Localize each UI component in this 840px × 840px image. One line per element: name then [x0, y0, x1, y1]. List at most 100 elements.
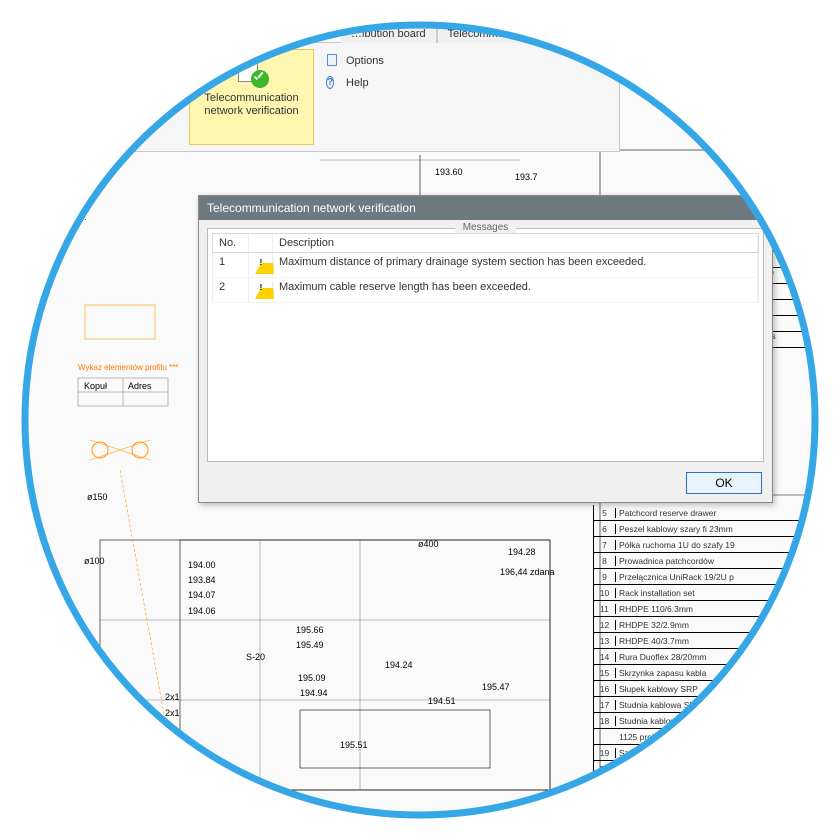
options-button[interactable]: Options: [321, 51, 389, 71]
parts-row: 17Studnia kablowa SK wzmocniona D400: [594, 697, 818, 713]
tab-distribution-board[interactable]: …ibution board: [341, 25, 437, 43]
cad-dim-w: 2x1: [165, 692, 180, 702]
parts-row-desc: RHDPE 32/2.9mm: [616, 620, 818, 630]
parts-row: 9Przełącznica UniRack 19/2U p: [594, 569, 818, 585]
parts-row: 8Prowadnica patchcordów: [594, 553, 818, 569]
messages-grid[interactable]: No. Description 1 Maximum distance of pr…: [212, 233, 759, 457]
cell-desc: Maximum cable reserve length has been ex…: [273, 278, 758, 302]
parts-row: 22Uchwyt: [594, 793, 818, 809]
ribbon-tabs: …ibution board Telecommunicati…: [341, 25, 552, 43]
cad-dim-y: NNA: [240, 785, 259, 795]
parts-row: 12RHDPE 32/2.9mm: [594, 617, 818, 633]
parts-row: 1125 proje: [594, 729, 818, 745]
cad-dim-j: 195.09: [298, 673, 326, 683]
cad-tbl-kopul: Kopuł: [84, 381, 107, 391]
cad-profile-caption: Wykaz elementów profilu ***: [78, 363, 178, 372]
parts-row-no: 9: [594, 572, 616, 582]
list-of-wells-label: ist of wells: [90, 88, 141, 100]
warning-icon: [249, 253, 273, 277]
parts-row-no: 15: [594, 668, 616, 678]
parts-row-desc: Peszel kablowy szary fi 23mm: [616, 524, 818, 534]
parts-row: 18Studnia kablowa SK: [594, 713, 818, 729]
parts-row-desc: Uchwyt: [616, 764, 818, 774]
col-header-no[interactable]: No.: [213, 234, 249, 252]
messages-legend: Messages: [455, 222, 517, 233]
cad-dim-d: 193.84: [188, 575, 216, 585]
parts-row-no: 10: [594, 588, 616, 598]
tab-telecommunication[interactable]: Telecommunicati…: [437, 25, 552, 43]
parts-row: 11RHDPE 110/6.3mm: [594, 601, 818, 617]
parts-row-no: 21: [594, 780, 616, 790]
grid-header: No. Description: [212, 233, 759, 253]
parts-row-no: 12: [594, 620, 616, 630]
parts-row: 20Uchwyt: [594, 761, 818, 777]
col-header-icon[interactable]: [249, 234, 273, 252]
grid-row[interactable]: 2 Maximum cable reserve length has been …: [212, 278, 759, 303]
cad-tbl-adres: Adres: [128, 381, 152, 391]
parts-row-no: 7: [594, 540, 616, 550]
cad-dim-i: 194.24: [385, 660, 413, 670]
document-check-icon: [235, 54, 269, 88]
parts-row: 14Rura Duoflex 28/20mm: [594, 649, 818, 665]
cad-dim-m: 195.51: [340, 740, 368, 750]
parts-row-no: 14: [594, 652, 616, 662]
parts-row-desc: Skrzynka zapasu kabla: [616, 668, 818, 678]
parts-row-desc: Rura Duoflex 28/20mm: [616, 652, 818, 662]
parts-row-desc: Rack installation set: [616, 588, 818, 598]
ribbon: …ibution board Telecommunicati… ist of w…: [80, 42, 620, 152]
parts-row-desc: Prowadnica patchcordów: [616, 556, 818, 566]
help-button[interactable]: ? Help: [321, 73, 389, 93]
parts-row: 13RHDPE 40/3.7mm: [594, 633, 818, 649]
cell-desc: Maximum distance of primary drainage sys…: [273, 253, 758, 277]
parts-row-no: 20: [594, 764, 616, 774]
parts-row-no: 19: [594, 748, 616, 758]
parts-row-desc: 1125 proje: [616, 732, 818, 742]
parts-row-desc: Patchcord reserve drawer: [616, 508, 818, 518]
parts-row-no: 5: [594, 508, 616, 518]
dialog-title: Telecommunication network verification: [207, 201, 416, 215]
dialog-titlebar[interactable]: Telecommunication network verification: [199, 196, 772, 220]
parts-row: 19Szafa kablowa: [594, 745, 818, 761]
stage: 193.60 193.7 isf. 195.51 194.24 195.49 1…: [0, 0, 840, 840]
cad-dim-h: 195.49: [296, 640, 324, 650]
parts-row-desc: Półka ruchoma 1U do szafy 19: [616, 540, 818, 550]
grid-body: 1 Maximum distance of primary drainage s…: [212, 253, 759, 303]
cad-dim-2: 193.7: [515, 172, 538, 182]
warning-icon: [249, 278, 273, 302]
help-label: Help: [346, 77, 369, 89]
cad-dim-n: 194.28: [508, 547, 536, 557]
grid-row[interactable]: 1 Maximum distance of primary drainage s…: [212, 253, 759, 278]
col-header-description[interactable]: Description: [273, 234, 758, 252]
parts-row-no: 16: [594, 684, 616, 694]
parts-row-desc: Przełącznica UniRack 19/2U p: [616, 572, 818, 582]
parts-row: 7Półka ruchoma 1U do szafy 19: [594, 537, 818, 553]
parts-row: 10Rack installation set: [594, 585, 818, 601]
list-of-wells-dropdown[interactable]: ist of wells: [85, 83, 156, 105]
parts-table: 5Patchcord reserve drawer 6Peszel kablowy…: [593, 505, 818, 809]
cad-dim-e: 194.07: [188, 590, 216, 600]
ribbon-right-group: Options ? Help: [321, 51, 389, 93]
verify-network-button[interactable]: Telecommunication network verification: [189, 49, 314, 145]
options-label: Options: [346, 55, 384, 67]
cad-dim-q: ø150: [87, 492, 108, 502]
cad-label-isf: isf.: [75, 212, 87, 222]
cad-dim-r: ø100: [84, 556, 105, 566]
parts-row-desc: RHDPE 40/3.7mm: [616, 636, 818, 646]
cell-no: 1: [213, 253, 249, 277]
ok-button[interactable]: OK: [686, 472, 762, 494]
parts-row: 15Skrzynka zapasu kabla: [594, 665, 818, 681]
parts-row-desc: Studnia kablowa SK wzmocniona D400: [616, 700, 818, 710]
cell-no: 2: [213, 278, 249, 302]
parts-row: 6Peszel kablowy szary fi 23mm: [594, 521, 818, 537]
cad-dim-c: 194.00: [188, 560, 216, 570]
clipped-content: 193.60 193.7 isf. 195.51 194.24 195.49 1…: [0, 0, 840, 840]
cad-dim-g: 195.66: [296, 625, 324, 635]
cad-dim-p: ø400: [418, 539, 439, 549]
verification-dialog: Telecommunication network verification M…: [198, 195, 773, 503]
parts-row-desc: Uchwyt: [616, 796, 818, 806]
cad-dim-x: 2x1: [165, 708, 180, 718]
parts-row-desc: RHDPE 110/6.3mm: [616, 604, 818, 614]
parts-row-no: 11: [594, 604, 616, 614]
parts-row-desc: Słupek kablowy SRP: [616, 684, 818, 694]
parts-row-no: 22: [594, 796, 616, 806]
